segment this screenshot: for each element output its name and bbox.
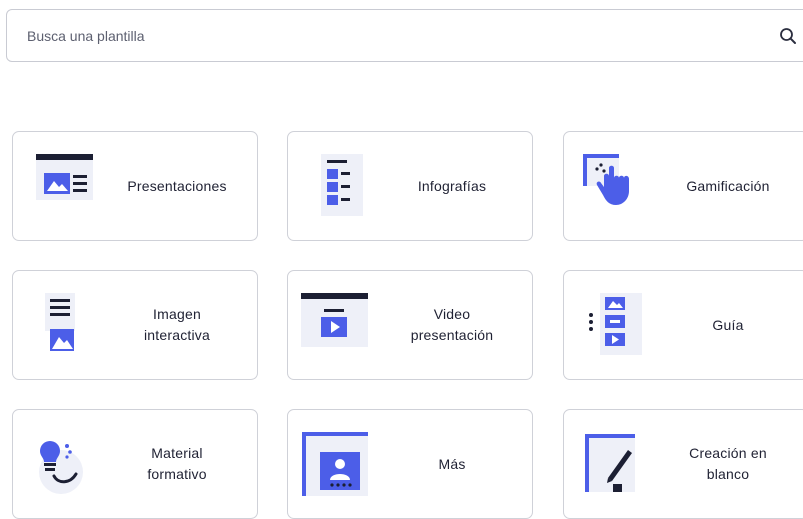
category-card-creacion-en-blanco[interactable]: Creación en blanco: [563, 409, 803, 519]
category-card-material-formativo[interactable]: Material formativo: [12, 409, 258, 519]
gamification-icon: [583, 154, 629, 205]
category-card-infografias[interactable]: Infografías: [287, 131, 533, 241]
category-label: Creación en blanco: [689, 445, 767, 482]
category-card-video-presentacion[interactable]: Video presentación: [287, 270, 533, 380]
category-label: Guía: [712, 316, 744, 333]
blank-creation-icon: [585, 434, 635, 492]
category-label: Imagen interactiva: [143, 306, 210, 343]
category-label: Presentaciones: [127, 177, 227, 194]
category-label: Video presentación: [410, 306, 494, 343]
infographic-icon: [321, 154, 363, 216]
category-card-guia[interactable]: Guía: [563, 270, 803, 380]
category-card-gamificacion[interactable]: Gamificación: [563, 131, 803, 241]
search-input[interactable]: [27, 10, 747, 61]
video-presentation-icon: [301, 293, 368, 347]
category-label: Gamificación: [686, 177, 770, 194]
search-bar[interactable]: [6, 9, 803, 62]
more-icon: [302, 432, 368, 496]
guide-icon: [589, 293, 642, 355]
search-icon[interactable]: [779, 27, 797, 45]
presentation-icon: [36, 154, 93, 200]
category-label: Infografías: [417, 177, 487, 194]
training-material-icon: [39, 441, 83, 494]
category-label: Más: [438, 455, 466, 472]
interactive-image-icon: [45, 293, 75, 351]
category-card-mas[interactable]: Más: [287, 409, 533, 519]
category-label: Material formativo: [147, 445, 207, 482]
category-card-imagen-interactiva[interactable]: Imagen interactiva: [12, 270, 258, 380]
category-card-presentaciones[interactable]: Presentaciones: [12, 131, 258, 241]
